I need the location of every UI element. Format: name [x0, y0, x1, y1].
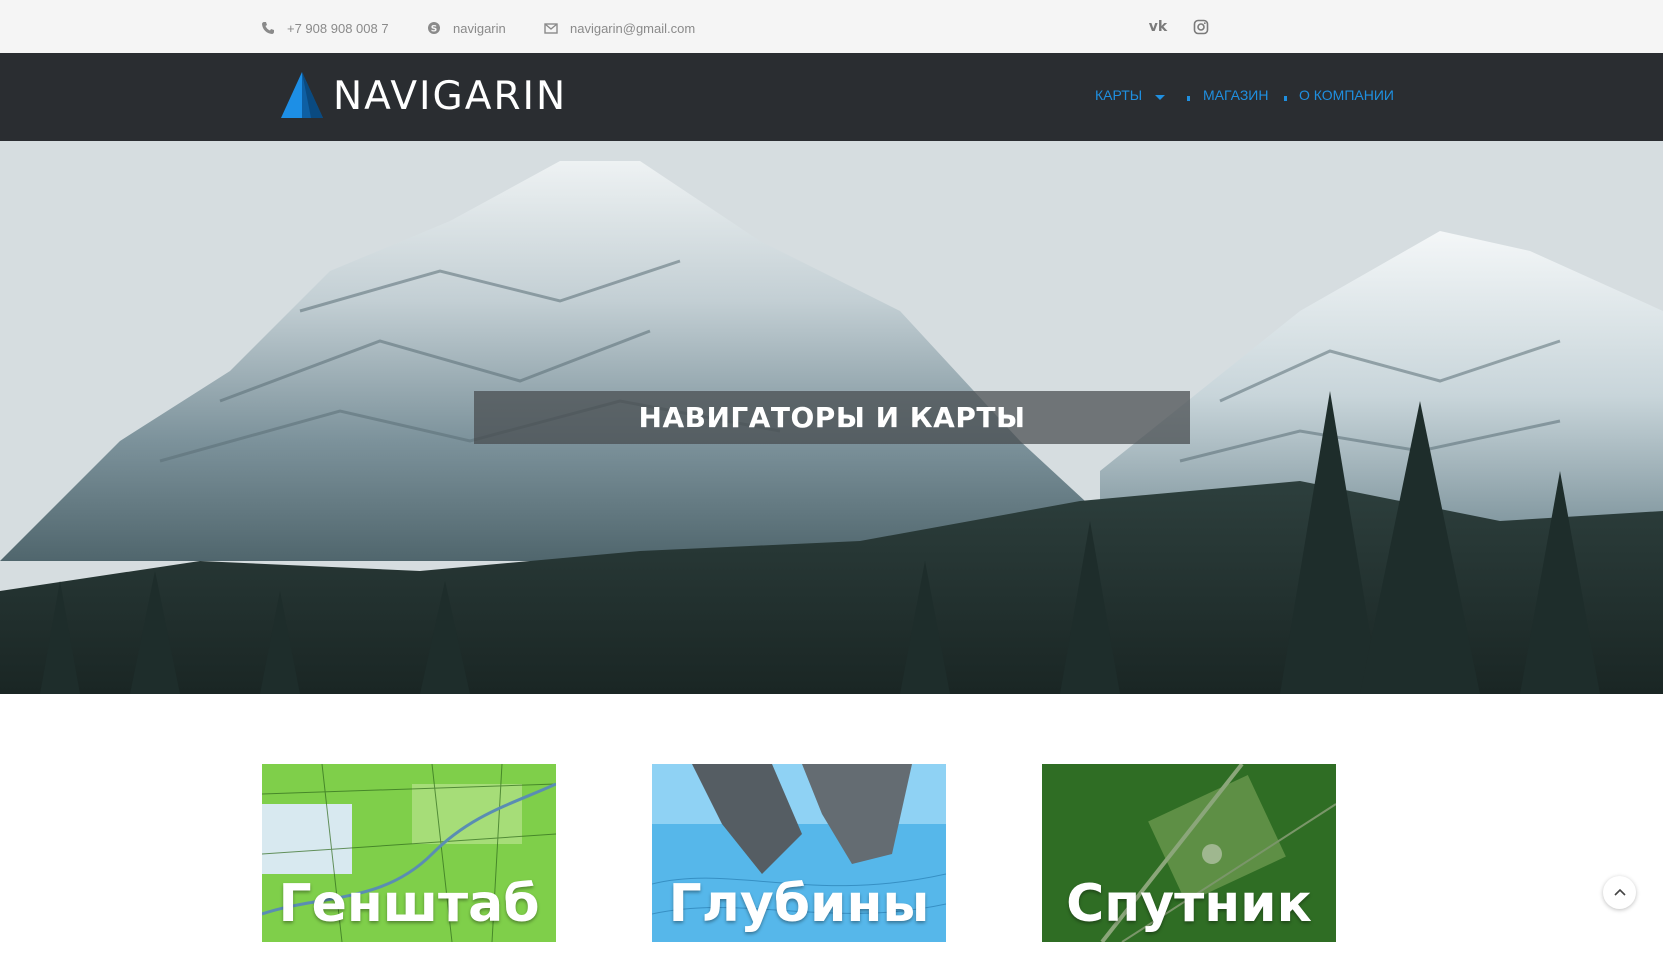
card-label: Глубины	[668, 874, 930, 934]
main-header	[0, 53, 1663, 141]
nav-item-about[interactable]: О КОМПАНИИ	[1299, 87, 1394, 103]
email-address: navigarin@gmail.com	[570, 20, 696, 36]
phone-contact[interactable]: +7 908 908 008 7	[261, 19, 389, 37]
nav-item-maps[interactable]: КАРТЫ	[1095, 87, 1142, 103]
nav-separator	[1284, 96, 1287, 101]
nav-item-shop[interactable]: МАГАЗИН	[1203, 87, 1268, 103]
card-sputnik[interactable]: Спутник	[1042, 764, 1336, 942]
phone-number: +7 908 908 008 7	[287, 20, 389, 36]
skype-icon: S	[427, 21, 441, 35]
card-glubiny[interactable]: Глубины	[652, 764, 946, 942]
vk-glyph: vk	[1148, 19, 1168, 35]
phone-icon	[261, 21, 275, 35]
svg-text:S: S	[431, 25, 437, 35]
site-logo[interactable]: NAVIGARIN	[281, 72, 603, 120]
skype-contact[interactable]: S navigarin	[427, 19, 506, 37]
hero-title: НАВИГАТОРЫ И КАРТЫ	[638, 401, 1026, 434]
email-contact[interactable]: navigarin@gmail.com	[544, 19, 695, 37]
card-label: Генштаб	[278, 874, 540, 934]
instagram-icon[interactable]	[1191, 17, 1211, 37]
card-label: Спутник	[1066, 874, 1312, 934]
logo-mark-icon	[281, 72, 323, 118]
vk-icon[interactable]: vk	[1148, 17, 1168, 37]
skype-name: navigarin	[453, 20, 506, 36]
scroll-to-top-button[interactable]	[1603, 876, 1636, 909]
top-contact-bar: +7 908 908 008 7 S navigarin navigarin@g…	[0, 0, 1663, 53]
card-genshtab[interactable]: Генштаб	[262, 764, 556, 942]
hero-title-box: НАВИГАТОРЫ И КАРТЫ	[474, 391, 1190, 444]
nav-separator	[1187, 96, 1190, 101]
chevron-down-icon[interactable]	[1155, 95, 1165, 100]
hero-banner-image: НАВИГАТОРЫ И КАРТЫ	[0, 141, 1663, 694]
logo-text: NAVIGARIN	[333, 73, 568, 119]
chevron-up-icon	[1613, 888, 1626, 896]
envelope-icon	[544, 21, 558, 35]
